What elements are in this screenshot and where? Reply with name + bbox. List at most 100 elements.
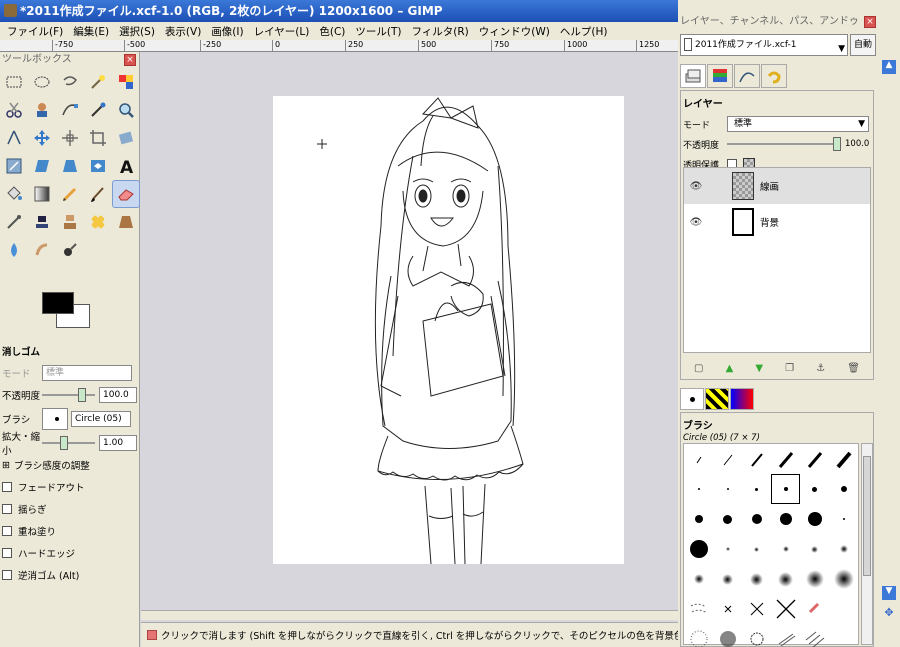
brush-cell[interactable]	[742, 564, 771, 594]
align-icon[interactable]	[56, 124, 84, 152]
chevron-down-icon[interactable]: ▼	[838, 39, 845, 59]
brush-cell[interactable]	[684, 474, 713, 504]
bucket-fill-icon[interactable]	[0, 180, 28, 208]
brush-cell[interactable]	[713, 504, 742, 534]
new-layer-icon[interactable]: ▢	[694, 363, 703, 374]
brush-cell[interactable]	[800, 534, 829, 564]
brush-cell[interactable]	[684, 444, 713, 474]
layer-opacity-slider[interactable]	[727, 137, 841, 151]
brush-cell[interactable]	[771, 624, 800, 647]
raise-layer-icon[interactable]: ▲	[726, 363, 734, 374]
clone-icon[interactable]	[56, 208, 84, 236]
tab-channels[interactable]	[707, 64, 733, 88]
brush-name-field[interactable]: Circle (05)	[71, 411, 131, 427]
airbrush-icon[interactable]	[0, 208, 28, 236]
brush-cell[interactable]	[829, 564, 858, 594]
rect-select-icon[interactable]	[0, 68, 28, 96]
brush-cell[interactable]	[742, 594, 771, 624]
brush-cell[interactable]	[742, 534, 771, 564]
mode-select[interactable]: 標準	[42, 365, 132, 381]
fade-checkbox[interactable]	[2, 482, 12, 492]
tab-paths[interactable]	[734, 64, 760, 88]
scissors-icon[interactable]	[0, 96, 28, 124]
blur-icon[interactable]	[0, 236, 28, 264]
scale-slider-knob[interactable]	[60, 436, 68, 450]
brush-cell[interactable]	[771, 444, 800, 474]
visibility-eye-icon[interactable]: 👁	[684, 181, 708, 192]
brush-cell[interactable]	[800, 474, 829, 504]
brush-cell[interactable]	[713, 534, 742, 564]
layer-opacity-value[interactable]: 100.0	[845, 139, 873, 149]
delete-layer-icon[interactable]: 🗑	[847, 363, 860, 374]
fuzzy-select-icon[interactable]	[84, 68, 112, 96]
layer-row-background[interactable]: 👁 背景	[684, 204, 870, 240]
foreground-select-icon[interactable]	[28, 96, 56, 124]
expand-icon[interactable]: ⊞	[2, 460, 10, 471]
menu-select[interactable]: 選択(S)	[114, 24, 160, 39]
anchor-layer-icon[interactable]: ⚓	[816, 363, 825, 374]
jitter-checkbox-row[interactable]: 揺らぎ	[0, 498, 140, 520]
image-canvas[interactable]	[273, 96, 624, 565]
layer-mode-select[interactable]: 標準 ▼	[727, 116, 869, 132]
color-select-icon[interactable]	[112, 68, 140, 96]
anti-erase-checkbox-row[interactable]: 逆消ゴム (Alt)	[0, 564, 140, 586]
navigate-icon[interactable]: ✥	[882, 606, 896, 622]
brush-cell[interactable]	[713, 624, 742, 647]
dock-side-scrollbar[interactable]: ▲ ▼ ✥	[882, 60, 896, 630]
color-picker-icon[interactable]	[84, 96, 112, 124]
scale-input[interactable]: 1.00	[99, 435, 137, 451]
hard-edge-checkbox-row[interactable]: ハードエッジ	[0, 542, 140, 564]
brush-cell[interactable]	[742, 474, 771, 504]
menu-layer[interactable]: レイヤー(L)	[249, 24, 315, 39]
brush-cell[interactable]	[829, 444, 858, 474]
brush-cell[interactable]	[829, 534, 858, 564]
brush-scrollbar-thumb[interactable]	[863, 456, 871, 576]
menu-view[interactable]: 表示(V)	[160, 24, 206, 39]
brush-cell[interactable]	[829, 594, 858, 624]
flip-icon[interactable]	[84, 152, 112, 180]
jitter-checkbox[interactable]	[2, 504, 12, 514]
brush-cell[interactable]	[800, 594, 829, 624]
duplicate-layer-icon[interactable]: ❐	[785, 363, 794, 374]
opacity-slider-knob[interactable]	[78, 388, 86, 402]
anti-erase-checkbox[interactable]	[2, 570, 12, 580]
brush-preview[interactable]	[42, 408, 68, 430]
image-selector-dropdown[interactable]: 2011作成ファイル.xcf-1 ▼	[680, 34, 848, 56]
brush-cell[interactable]	[771, 504, 800, 534]
perspective-clone-icon[interactable]	[112, 208, 140, 236]
brush-cell[interactable]	[684, 504, 713, 534]
layer-row-lineart[interactable]: 👁 線画	[684, 168, 870, 204]
fade-checkbox-row[interactable]: フェードアウト	[0, 476, 140, 498]
perspective-icon[interactable]	[56, 152, 84, 180]
opacity-input[interactable]: 100.0	[99, 387, 137, 403]
menu-tools[interactable]: ツール(T)	[350, 24, 406, 39]
brush-cell[interactable]	[684, 564, 713, 594]
brush-cell[interactable]	[713, 444, 742, 474]
brush-cell[interactable]	[684, 624, 713, 647]
brush-cell[interactable]	[800, 564, 829, 594]
brush-cell[interactable]	[684, 534, 713, 564]
heal-icon[interactable]	[84, 208, 112, 236]
brush-cell[interactable]	[713, 594, 742, 624]
tab-patterns[interactable]	[705, 388, 729, 410]
menu-edit[interactable]: 編集(E)	[68, 24, 114, 39]
rotate-icon[interactable]	[112, 124, 140, 152]
smudge-icon[interactable]	[28, 236, 56, 264]
eraser-icon[interactable]	[112, 180, 140, 208]
paintbrush-icon[interactable]	[84, 180, 112, 208]
canvas-area[interactable]	[141, 52, 678, 620]
brush-cell[interactable]	[800, 624, 829, 647]
auto-button[interactable]: 自動	[850, 34, 876, 56]
pressure-row[interactable]: ⊞ ブラシ感度の調整	[0, 454, 140, 476]
brush-cell[interactable]	[713, 564, 742, 594]
menu-colors[interactable]: 色(C)	[314, 24, 350, 39]
canvas-horizontal-scrollbar[interactable]	[141, 610, 678, 620]
ellipse-select-icon[interactable]	[28, 68, 56, 96]
brush-scrollbar[interactable]	[861, 443, 873, 645]
pencil-icon[interactable]	[56, 180, 84, 208]
horizontal-ruler[interactable]: -750 -500 -250 0 250 500 750 1000 1250	[0, 40, 678, 52]
tab-gradients[interactable]	[730, 388, 754, 410]
brush-cell[interactable]	[829, 474, 858, 504]
dodge-burn-icon[interactable]	[56, 236, 84, 264]
ink-icon[interactable]	[28, 208, 56, 236]
